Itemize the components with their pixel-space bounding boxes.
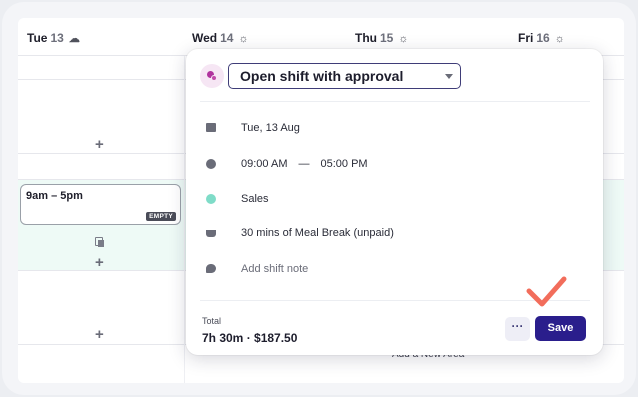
comment-icon <box>206 264 216 273</box>
day-label: Wed <box>192 31 218 45</box>
start-time-field[interactable]: 09:00 AM <box>241 158 287 170</box>
day-header-tue[interactable]: Tue 13 ☁ <box>27 31 80 45</box>
shift-type-icon <box>200 64 224 88</box>
coffee-cup-icon <box>206 230 216 237</box>
day-header-wed[interactable]: Wed 14 ☼ <box>192 31 249 45</box>
area-color-dot <box>206 194 216 204</box>
cloud-icon: ☁ <box>68 33 80 45</box>
clock-icon <box>206 159 216 169</box>
sun-icon: ☼ <box>398 33 409 45</box>
divider <box>200 101 590 102</box>
shift-type-select[interactable]: Open shift with approval <box>228 63 461 89</box>
add-shift-button[interactable]: + <box>95 254 104 271</box>
checkmark-annotation-icon <box>526 276 567 307</box>
shift-time: 9am – 5pm <box>26 190 83 202</box>
area-value: Sales <box>241 193 269 205</box>
break-value: 30 mins of Meal Break (unpaid) <box>241 227 394 239</box>
day-date: 13 <box>50 31 64 45</box>
time-separator: — <box>298 158 310 170</box>
calendar-icon <box>206 123 216 132</box>
save-button[interactable]: Save <box>535 316 586 341</box>
date-value: Tue, 13 Aug <box>241 122 300 134</box>
copy-icon[interactable] <box>95 237 104 247</box>
shift-card[interactable]: 9am – 5pm EMPTY <box>20 184 181 225</box>
shift-type-value: Open shift with approval <box>240 68 404 84</box>
time-row: 09:00 AM — 05:00 PM <box>186 155 603 175</box>
ellipsis-icon: ··· <box>511 319 524 333</box>
date-row[interactable]: Tue, 13 Aug <box>186 119 603 139</box>
empty-badge: EMPTY <box>146 212 176 221</box>
shift-editor-popup: Open shift with approval Tue, 13 Aug 09:… <box>186 49 603 355</box>
day-label: Tue <box>27 31 48 45</box>
day-label: Fri <box>518 31 534 45</box>
sun-icon: ☼ <box>554 33 565 45</box>
area-row[interactable]: Sales <box>186 190 603 210</box>
total-label: Total <box>202 316 222 326</box>
sun-icon: ☼ <box>238 33 249 45</box>
total-value: 7h 30m · $187.50 <box>202 331 298 345</box>
day-date: 16 <box>536 31 550 45</box>
day-date: 14 <box>220 31 234 45</box>
more-options-button[interactable]: ··· <box>505 317 530 341</box>
chevron-down-icon <box>445 74 453 79</box>
break-row[interactable]: 30 mins of Meal Break (unpaid) <box>186 224 603 244</box>
add-shift-button[interactable]: + <box>95 136 104 153</box>
column-divider <box>184 56 185 383</box>
shift-note-input[interactable]: Add shift note <box>241 263 308 275</box>
add-shift-button[interactable]: + <box>95 326 104 343</box>
day-label: Thu <box>355 31 377 45</box>
day-header-thu[interactable]: Thu 15 ☼ <box>355 31 408 45</box>
day-date: 15 <box>380 31 394 45</box>
end-time-field[interactable]: 05:00 PM <box>320 158 367 170</box>
day-header-fri[interactable]: Fri 16 ☼ <box>518 31 565 45</box>
